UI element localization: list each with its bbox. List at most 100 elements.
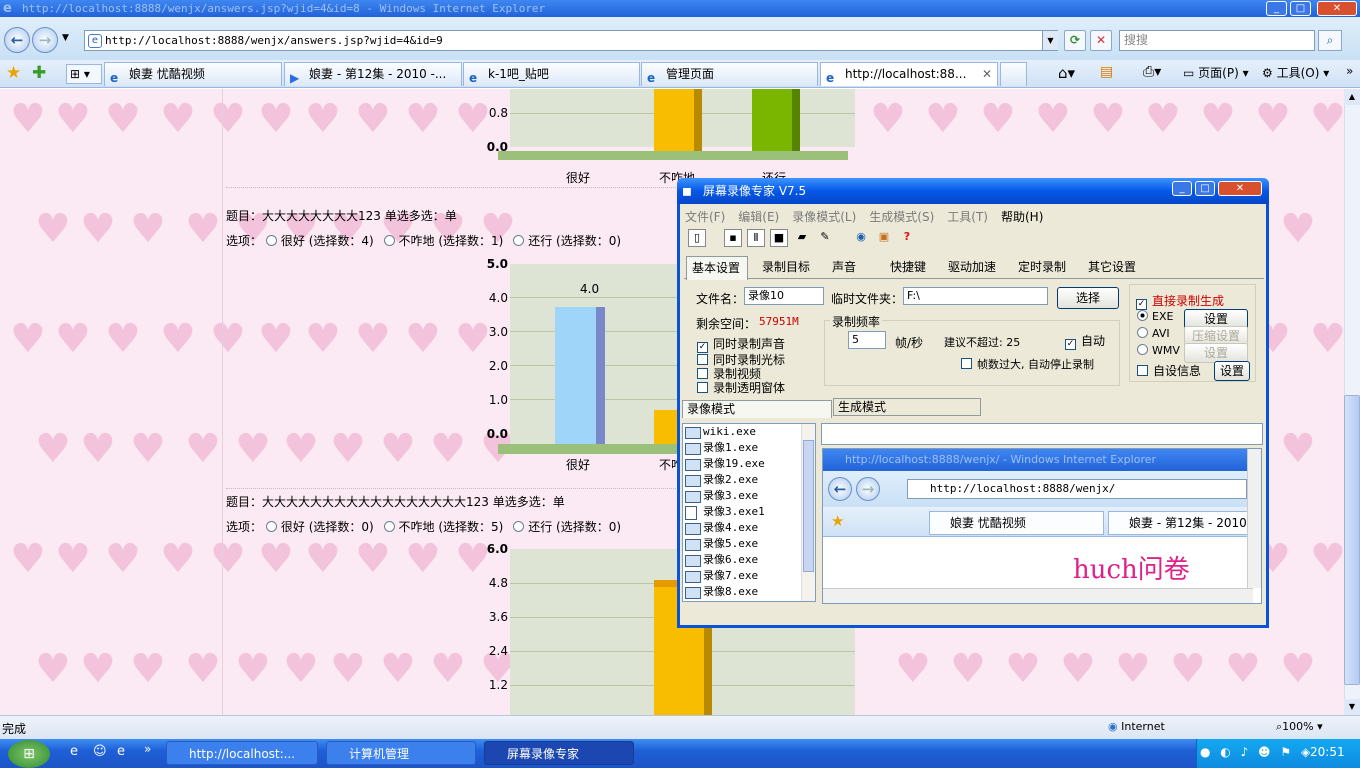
quick-tabs-button[interactable]: ⊞ ▾ (66, 64, 102, 84)
tab-4[interactable]: e 管理页面 (641, 62, 818, 86)
file-list[interactable]: wiki.exe 录像1.exe 录像19.exe 录像2.exe 录像3.exe 录像3… (682, 423, 816, 602)
stop-icon[interactable]: ■ (770, 229, 788, 247)
history-dropdown-icon[interactable]: ▼ (62, 33, 69, 43)
tab-driver[interactable]: 驱动加速 (948, 258, 996, 275)
tab-3[interactable]: e k-1吧_贴吧 (463, 62, 640, 86)
wmv-settings-button[interactable]: 设置 (1184, 343, 1248, 363)
search-icon[interactable]: ⌕ (1318, 30, 1342, 51)
new-tab-button[interactable] (1000, 62, 1027, 86)
taskbar-button-mgmt[interactable]: 计算机管理 (326, 741, 476, 765)
minimize-button[interactable]: _ (1266, 1, 1287, 16)
check-auto-stop[interactable]: 帧数过大, 自动停止录制 (961, 356, 1094, 372)
file-item[interactable]: wiki.exe (683, 424, 815, 440)
close-tab-icon[interactable]: ✕ (982, 63, 992, 85)
camera-icon[interactable]: ▰ (793, 229, 811, 247)
tempdir-input[interactable]: F:\ (903, 287, 1048, 305)
file-item[interactable]: 录像3.exe (683, 488, 815, 504)
help-icon[interactable]: ? (898, 229, 916, 247)
menu-record-mode[interactable]: 录像模式(L) (792, 208, 856, 225)
tab-sound[interactable]: 声音 (832, 258, 856, 275)
file-list-thumb[interactable] (803, 440, 814, 572)
radio-avi[interactable]: AVI (1137, 327, 1170, 340)
zoom-control[interactable]: ⌕100% ▾ (1276, 720, 1323, 734)
quicklaunch-more-icon[interactable]: » (144, 742, 151, 756)
select-button[interactable]: 选择 (1057, 287, 1119, 309)
recorder-minimize-button[interactable]: _ (1172, 181, 1192, 196)
tab-2[interactable]: ▶ 娘妻 - 第12集 - 2010 -... (284, 62, 462, 86)
file-item[interactable]: 录像6.exe (683, 552, 815, 568)
more-chevron-icon[interactable]: » (1346, 64, 1353, 78)
file-item[interactable]: 录像19.exe (683, 456, 815, 472)
info-settings-button[interactable]: 设置 (1214, 361, 1250, 381)
taskbar-button-recorder[interactable]: 屏幕录像专家 (484, 741, 634, 765)
back-button[interactable]: ← (4, 27, 30, 53)
file-item[interactable]: 录像3.exe1 (683, 504, 815, 520)
radio-option-1[interactable] (265, 521, 277, 532)
favorites-star-icon[interactable]: ★ (6, 63, 21, 83)
web-icon[interactable]: ◉ (852, 229, 870, 247)
maximize-button[interactable]: □ (1290, 1, 1311, 16)
file-item[interactable]: 录像5.exe (683, 536, 815, 552)
file-item[interactable]: 录像4.exe (683, 520, 815, 536)
check-record-transparent[interactable]: 录制透明窗体 (697, 381, 785, 395)
check-record-sound[interactable]: ✓ 同时录制声音 (697, 337, 785, 353)
close-button[interactable]: ✕ (1317, 1, 1357, 16)
new-file-icon[interactable]: ▯ (688, 229, 706, 247)
pause-icon[interactable]: Ⅱ (747, 229, 765, 247)
check-auto[interactable]: ✓ 自动 (1065, 332, 1105, 350)
tab-record-mode[interactable]: 录像模式 (682, 400, 832, 418)
forward-button[interactable]: → (32, 27, 58, 53)
menu-generate-mode[interactable]: 生成模式(S) (869, 208, 934, 225)
radio-option-3[interactable] (513, 521, 525, 532)
scroll-thumb[interactable] (1344, 395, 1360, 685)
menu-tools[interactable]: 工具(T) (947, 208, 988, 225)
add-favorite-icon[interactable]: ✚ (32, 63, 46, 83)
scroll-down-icon[interactable]: ▼ (1344, 699, 1360, 715)
print-icon[interactable]: ⎙▾ (1143, 64, 1161, 80)
page-menu[interactable]: ▭ 页面(P) ▾ (1183, 64, 1249, 81)
recorder-maximize-button[interactable]: □ (1195, 181, 1215, 196)
check-record-cursor[interactable]: 同时录制光标 (697, 353, 785, 367)
radio-wmv[interactable]: WMV (1137, 344, 1180, 357)
file-item[interactable]: 录像8.exe (683, 584, 815, 600)
gift-icon[interactable]: ▣ (875, 229, 893, 247)
address-dropdown-icon[interactable]: ▼ (1042, 31, 1058, 50)
radio-option-2[interactable] (383, 235, 395, 246)
stop-icon[interactable]: ✕ (1090, 30, 1112, 51)
fps-input[interactable]: 5 (848, 331, 886, 349)
taskbar-button-ie[interactable]: http://localhost:... (166, 741, 318, 765)
menu-help[interactable]: 帮助(H) (1001, 208, 1043, 225)
file-item[interactable]: 录像7.exe (683, 568, 815, 584)
check-record-video[interactable]: 录制视频 (697, 367, 785, 381)
home-icon[interactable]: ⌂▾ (1058, 64, 1075, 82)
quicklaunch-browser-icon[interactable]: e (117, 744, 125, 759)
tab-generate-mode[interactable]: 生成模式 (833, 398, 981, 416)
tab-1[interactable]: e 娘妻 忧酷视频 (104, 62, 282, 86)
start-button[interactable]: ⊞ (8, 740, 50, 768)
quicklaunch-ie-icon[interactable]: e (70, 744, 78, 759)
radio-option-3[interactable] (513, 235, 525, 246)
tab-basic[interactable]: 基本设置 (686, 256, 748, 280)
tools-menu[interactable]: ⚙ 工具(O) ▾ (1262, 64, 1329, 81)
file-item[interactable]: 录像2.exe (683, 472, 815, 488)
record-stop-icon[interactable]: ▪ (724, 229, 742, 247)
radio-option-1[interactable] (265, 235, 277, 246)
radio-option-2[interactable] (383, 521, 395, 532)
check-custom-info[interactable]: 自设信息 (1137, 362, 1201, 379)
radio-exe[interactable]: EXE (1137, 310, 1173, 323)
feeds-icon[interactable]: ▤ (1100, 64, 1113, 80)
check-direct[interactable]: ✓ 直接录制生成 (1136, 292, 1224, 310)
filename-input[interactable]: 录像10 (744, 287, 824, 305)
scroll-up-icon[interactable]: ▲ (1344, 89, 1360, 105)
tab-5[interactable]: e http://localhost:88... ✕ (820, 62, 998, 86)
quicklaunch-qq-icon[interactable]: ☺ (93, 744, 107, 759)
tab-hotkey[interactable]: 快捷键 (890, 258, 926, 275)
tab-other[interactable]: 其它设置 (1088, 258, 1136, 275)
brush-icon[interactable]: ✎ (816, 229, 834, 247)
menu-edit[interactable]: 编辑(E) (738, 208, 779, 225)
tray-icons[interactable]: ● ◐ ♪ ☻ ⚑ ◈ (1200, 745, 1313, 759)
tab-timer[interactable]: 定时录制 (1018, 258, 1066, 275)
search-input[interactable]: 搜搜 (1119, 30, 1315, 51)
file-item[interactable]: 录像1.exe (683, 440, 815, 456)
recorder-close-button[interactable]: ✕ (1218, 181, 1262, 196)
